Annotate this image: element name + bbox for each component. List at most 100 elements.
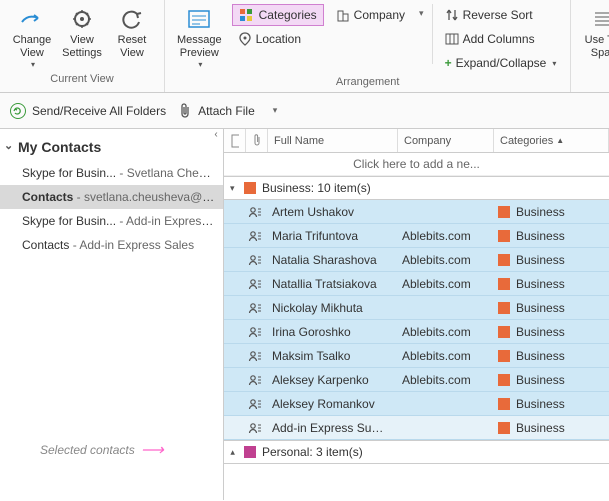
- chevron-down-icon: ▾: [419, 8, 424, 19]
- company-button[interactable]: Company: [330, 4, 411, 26]
- contact-row[interactable]: Aleksey KarpenkoAblebits.comBusiness: [224, 368, 609, 392]
- contact-list: Full Name Company Categories ▲ Click her…: [224, 129, 609, 500]
- contact-row[interactable]: Artem UshakovBusiness: [224, 200, 609, 224]
- contact-category: Business: [492, 253, 609, 267]
- new-contact-row[interactable]: Click here to add a ne...: [224, 153, 609, 176]
- contact-category: Business: [492, 301, 609, 315]
- ribbon: ChangeView ▾ ViewSettings ResetView Curr…: [0, 0, 609, 93]
- callout-text: Selected contacts: [40, 443, 135, 457]
- contact-icon: [244, 350, 266, 362]
- contact-name: Irina Goroshko: [266, 325, 396, 339]
- category-color-icon: [498, 230, 510, 242]
- group-header-personal[interactable]: ▸ Personal: 3 item(s): [224, 440, 609, 464]
- reset-view-label: ResetView: [118, 34, 147, 60]
- add-columns-button[interactable]: Add Columns: [439, 28, 563, 50]
- category-color-icon: [498, 326, 510, 338]
- reverse-sort-label: Reverse Sort: [463, 8, 533, 22]
- contact-row[interactable]: Natallia TratsiakovaAblebits.comBusiness: [224, 272, 609, 296]
- categories-button[interactable]: Categories: [232, 4, 324, 26]
- contact-name: Aleksey Karpenko: [266, 373, 396, 387]
- col-icon-type[interactable]: [224, 129, 246, 152]
- categories-label: Categories: [259, 8, 317, 22]
- reset-view-button[interactable]: ResetView: [108, 4, 156, 62]
- categories-icon: [239, 8, 255, 22]
- contact-row[interactable]: Aleksey Romankov Business: [224, 392, 609, 416]
- contact-icon: [244, 326, 266, 338]
- expand-collapse-label: Expand/Collapse: [456, 56, 547, 70]
- contact-row[interactable]: Irina GoroshkoAblebits.comBusiness: [224, 320, 609, 344]
- expand-collapse-icon: +: [445, 56, 452, 70]
- expand-icon: ▾: [230, 183, 235, 194]
- company-icon: [336, 8, 350, 22]
- contact-category: Business: [492, 277, 609, 291]
- contact-icon: [244, 422, 266, 434]
- contact-name: Natalia Sharashova: [266, 253, 396, 267]
- col-categories[interactable]: Categories ▲: [494, 129, 609, 152]
- contact-name: Aleksey Romankov: [266, 397, 396, 411]
- use-tighter-button[interactable]: Use TigSpac: [579, 4, 609, 62]
- reset-view-icon: [117, 6, 147, 32]
- group-arrangement: MessagePreview ▾ Categories Location Com…: [165, 0, 571, 92]
- nav-item-contacts2[interactable]: Contacts - Add-in Express Sales: [0, 233, 223, 257]
- contact-row[interactable]: Maksim TsalkoAblebits.comBusiness: [224, 344, 609, 368]
- col-icon-attachment[interactable]: [246, 129, 268, 152]
- nav-item-skype1[interactable]: Skype for Busin... - Svetlana Cheus...: [0, 161, 223, 185]
- category-color-icon: [498, 254, 510, 266]
- message-preview-label: MessagePreview: [177, 34, 222, 60]
- change-view-button[interactable]: ChangeView ▾: [8, 4, 56, 71]
- group-header-business[interactable]: ▾ Business: 10 item(s): [224, 176, 609, 200]
- change-view-icon: [17, 6, 47, 32]
- view-settings-button[interactable]: ViewSettings: [58, 4, 106, 62]
- contact-company: Ablebits.com: [396, 229, 492, 243]
- attach-file-button[interactable]: Attach File: [178, 103, 255, 119]
- category-color-icon: [244, 446, 256, 458]
- col-fullname[interactable]: Full Name: [268, 129, 398, 152]
- category-color-icon: [498, 278, 510, 290]
- contact-name: Add-in Express Suppor...: [266, 421, 396, 435]
- nav-pane: ‹ My Contacts Skype for Busin... - Svetl…: [0, 129, 224, 500]
- contact-company: Ablebits.com: [396, 349, 492, 363]
- col-company[interactable]: Company: [398, 129, 494, 152]
- expand-collapse-button[interactable]: + Expand/Collapse ▾: [439, 52, 563, 74]
- contact-icon: [244, 398, 266, 410]
- contact-category: Business: [492, 325, 609, 339]
- add-columns-icon: [445, 32, 459, 46]
- sort-asc-icon: ▲: [556, 136, 564, 145]
- nav-header-my-contacts[interactable]: My Contacts: [0, 135, 223, 161]
- contact-company: Ablebits.com: [396, 253, 492, 267]
- send-receive-button[interactable]: Send/Receive All Folders: [10, 103, 166, 119]
- contact-icon: [244, 302, 266, 314]
- reverse-sort-button[interactable]: Reverse Sort: [439, 4, 563, 26]
- contact-category: Business: [492, 349, 609, 363]
- contact-row[interactable]: Nickolay MikhutaBusiness: [224, 296, 609, 320]
- tighter-spacing-icon: [588, 6, 609, 32]
- collapse-icon: ▸: [227, 450, 238, 455]
- contact-row[interactable]: Natalia SharashovaAblebits.comBusiness: [224, 248, 609, 272]
- contact-company: Ablebits.com: [396, 277, 492, 291]
- group-label-empty: [602, 70, 605, 86]
- arrangement-expand-button[interactable]: ▾: [417, 4, 426, 23]
- add-columns-label: Add Columns: [463, 32, 535, 46]
- location-label: Location: [256, 32, 301, 46]
- contact-rows: Artem UshakovBusinessMaria TrifuntovaAbl…: [224, 200, 609, 440]
- contact-row[interactable]: Add-in Express Suppor...Business: [224, 416, 609, 440]
- contact-row[interactable]: Maria TrifuntovaAblebits.comBusiness: [224, 224, 609, 248]
- nav-item-skype2[interactable]: Skype for Busin... - Add-in Express...: [0, 209, 223, 233]
- contact-icon: [244, 206, 266, 218]
- group-tighter: Use TigSpac: [571, 0, 609, 92]
- view-settings-label: ViewSettings: [62, 34, 102, 60]
- category-color-icon: [498, 302, 510, 314]
- send-receive-icon: [10, 103, 26, 119]
- location-icon: [238, 32, 252, 46]
- nav-item-contacts1[interactable]: Contacts - svetlana.cheusheva@a...: [0, 185, 223, 209]
- message-preview-button[interactable]: MessagePreview ▾: [173, 4, 226, 71]
- chevron-down-icon: ▾: [273, 105, 278, 116]
- contact-name: Natallia Tratsiakova: [266, 277, 396, 291]
- location-button[interactable]: Location: [232, 28, 324, 50]
- chevron-down-icon: ▾: [198, 60, 202, 69]
- group-current-view: ChangeView ▾ ViewSettings ResetView Curr…: [0, 0, 165, 92]
- attach-file-label: Attach File: [198, 104, 255, 118]
- toolbar-more-button[interactable]: ▾: [267, 105, 284, 116]
- contact-icon: [244, 278, 266, 290]
- contact-category: Business: [492, 397, 609, 411]
